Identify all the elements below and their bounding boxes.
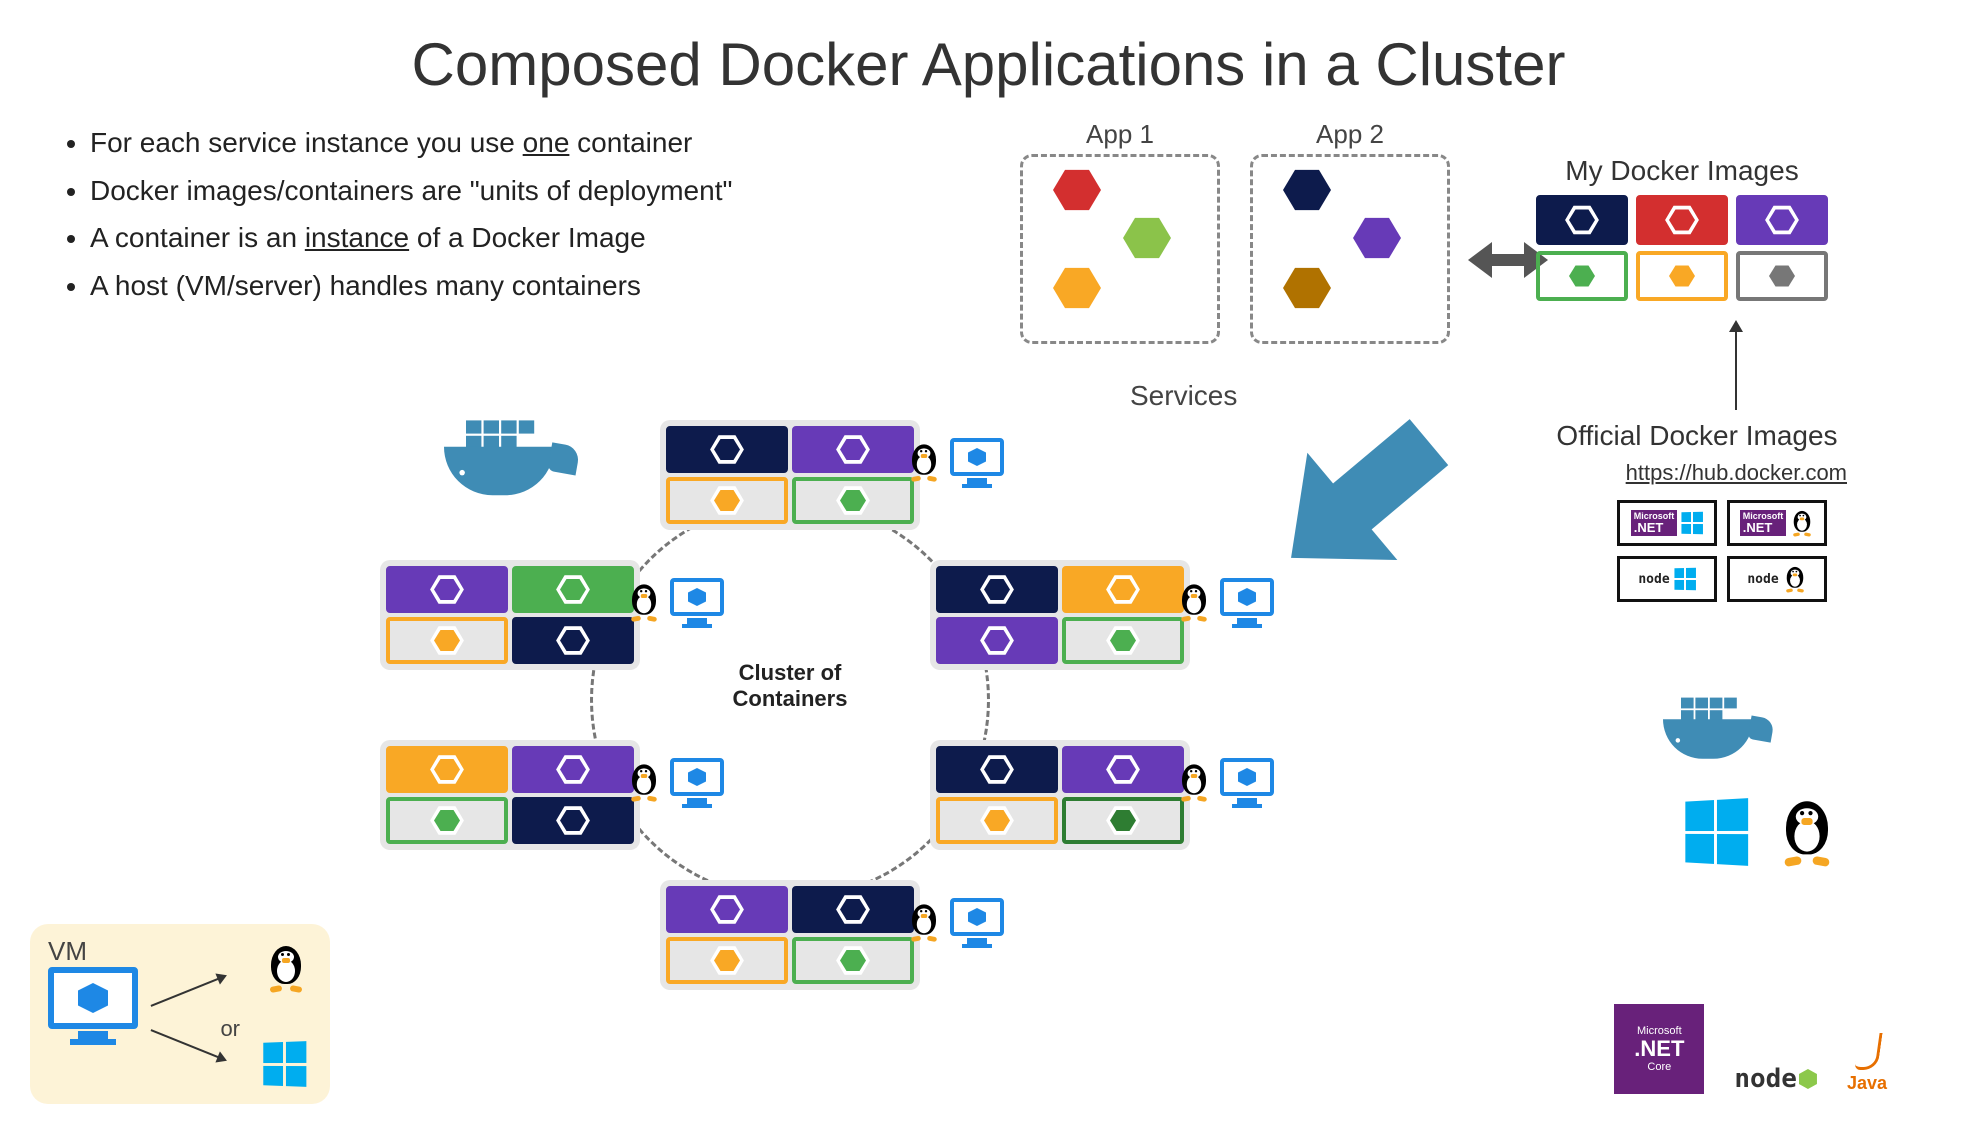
container-icon [1062, 746, 1184, 793]
app1-label: App 1 [1020, 119, 1220, 150]
container-image-icon [1536, 195, 1628, 245]
container-icon [666, 477, 788, 524]
docker-hub-link[interactable]: https://hub.docker.com [1626, 460, 1847, 486]
cluster-node [660, 420, 920, 530]
arrow-up-icon [1735, 330, 1737, 410]
container-icon [386, 566, 508, 613]
bullet-item: For each service instance you use one co… [90, 119, 880, 167]
cluster-node [660, 880, 920, 990]
nodejs-icon: node [1734, 1064, 1817, 1094]
official-image-node-win: node [1617, 556, 1717, 602]
container-image-icon [1636, 195, 1728, 245]
container-icon [1062, 617, 1184, 664]
container-icon [792, 886, 914, 933]
bullet-item: A host (VM/server) handles many containe… [90, 262, 880, 310]
hexagon-icon [1053, 169, 1101, 211]
windows-icon [263, 1041, 306, 1087]
tux-icon [908, 903, 940, 941]
or-label: or [220, 1016, 240, 1042]
node-host-icons [904, 438, 1004, 486]
official-image-net-linux: Microsoft.NET [1727, 500, 1827, 546]
hexagon-icon [1123, 217, 1171, 259]
my-docker-images: My Docker Images [1457, 155, 1907, 301]
official-images-grid: Microsoft.NET Microsoft.NET node node [1617, 500, 1827, 602]
container-icon [512, 797, 634, 844]
official-image-node-linux: node [1727, 556, 1827, 602]
app2-label: App 2 [1250, 119, 1450, 150]
container-icon [386, 617, 508, 664]
docker-whale-icon [1663, 694, 1771, 766]
tux-icon [1178, 583, 1210, 621]
branch-arrows-icon [148, 972, 258, 1082]
official-image-net-win: Microsoft.NET [1617, 500, 1717, 546]
slide-title: Composed Docker Applications in a Cluste… [40, 30, 1937, 99]
app2-box: App 2 [1250, 155, 1450, 344]
container-icon [512, 617, 634, 664]
cluster-node [930, 740, 1190, 850]
node-host-icons [904, 898, 1004, 946]
container-icon [512, 566, 634, 613]
platforms-row [1683, 800, 1827, 864]
monitor-icon [950, 438, 1004, 486]
container-icon [666, 886, 788, 933]
node-host-icons [1174, 578, 1274, 626]
tux-icon [908, 443, 940, 481]
container-icon [792, 477, 914, 524]
monitor-icon [670, 578, 724, 626]
container-icon [792, 937, 914, 984]
services-label: Services [1130, 380, 1237, 412]
app1-box: App 1 [1020, 155, 1220, 344]
bullet-item: A container is an instance of a Docker I… [90, 214, 880, 262]
tux-icon [1779, 798, 1835, 865]
monitor-icon [1220, 578, 1274, 626]
container-icon [1062, 797, 1184, 844]
windows-icon [1685, 798, 1748, 866]
my-docker-images-label: My Docker Images [1457, 155, 1907, 187]
bullet-item: Docker images/containers are "units of d… [90, 167, 880, 215]
cluster-node [380, 560, 640, 670]
container-icon [386, 746, 508, 793]
container-icon [792, 426, 914, 473]
hexagon-icon [1283, 169, 1331, 211]
cluster-node [930, 560, 1190, 670]
official-images-label: Official Docker Images [1497, 420, 1897, 452]
hexagon-icon [1053, 267, 1101, 309]
container-icon [512, 746, 634, 793]
container-icon [666, 937, 788, 984]
deploy-arrow-icon [1246, 389, 1474, 612]
container-image-icon [1736, 251, 1828, 301]
monitor-icon [950, 898, 1004, 946]
container-icon [936, 617, 1058, 664]
cluster-node [380, 740, 640, 850]
container-icon [666, 426, 788, 473]
node-host-icons [624, 758, 724, 806]
bullet-list: For each service instance you use one co… [60, 119, 880, 309]
cluster-label: Cluster ofContainers [710, 660, 870, 712]
apps-group: App 1 App 2 [1020, 155, 1450, 344]
node-host-icons [624, 578, 724, 626]
container-icon [936, 746, 1058, 793]
node-host-icons [1174, 758, 1274, 806]
hexagon-icon [1283, 267, 1331, 309]
container-icon [936, 797, 1058, 844]
monitor-icon [670, 758, 724, 806]
tux-icon [266, 944, 306, 992]
container-icon [386, 797, 508, 844]
monitor-icon [48, 967, 138, 1047]
vm-legend: VM or [30, 924, 330, 1104]
tech-logos-row: Microsoft.NETCore node Java [1614, 1004, 1887, 1094]
container-image-icon [1636, 251, 1728, 301]
container-image-icon [1736, 195, 1828, 245]
container-icon [1062, 566, 1184, 613]
dotnet-core-icon: Microsoft.NETCore [1614, 1004, 1704, 1094]
container-icon [936, 566, 1058, 613]
tux-icon [628, 583, 660, 621]
tux-icon [1178, 763, 1210, 801]
cluster-diagram: Cluster ofContainers [390, 430, 1150, 990]
container-image-icon [1536, 251, 1628, 301]
monitor-icon [1220, 758, 1274, 806]
hexagon-icon [1353, 217, 1401, 259]
tux-icon [628, 763, 660, 801]
java-icon: Java [1847, 1033, 1887, 1094]
